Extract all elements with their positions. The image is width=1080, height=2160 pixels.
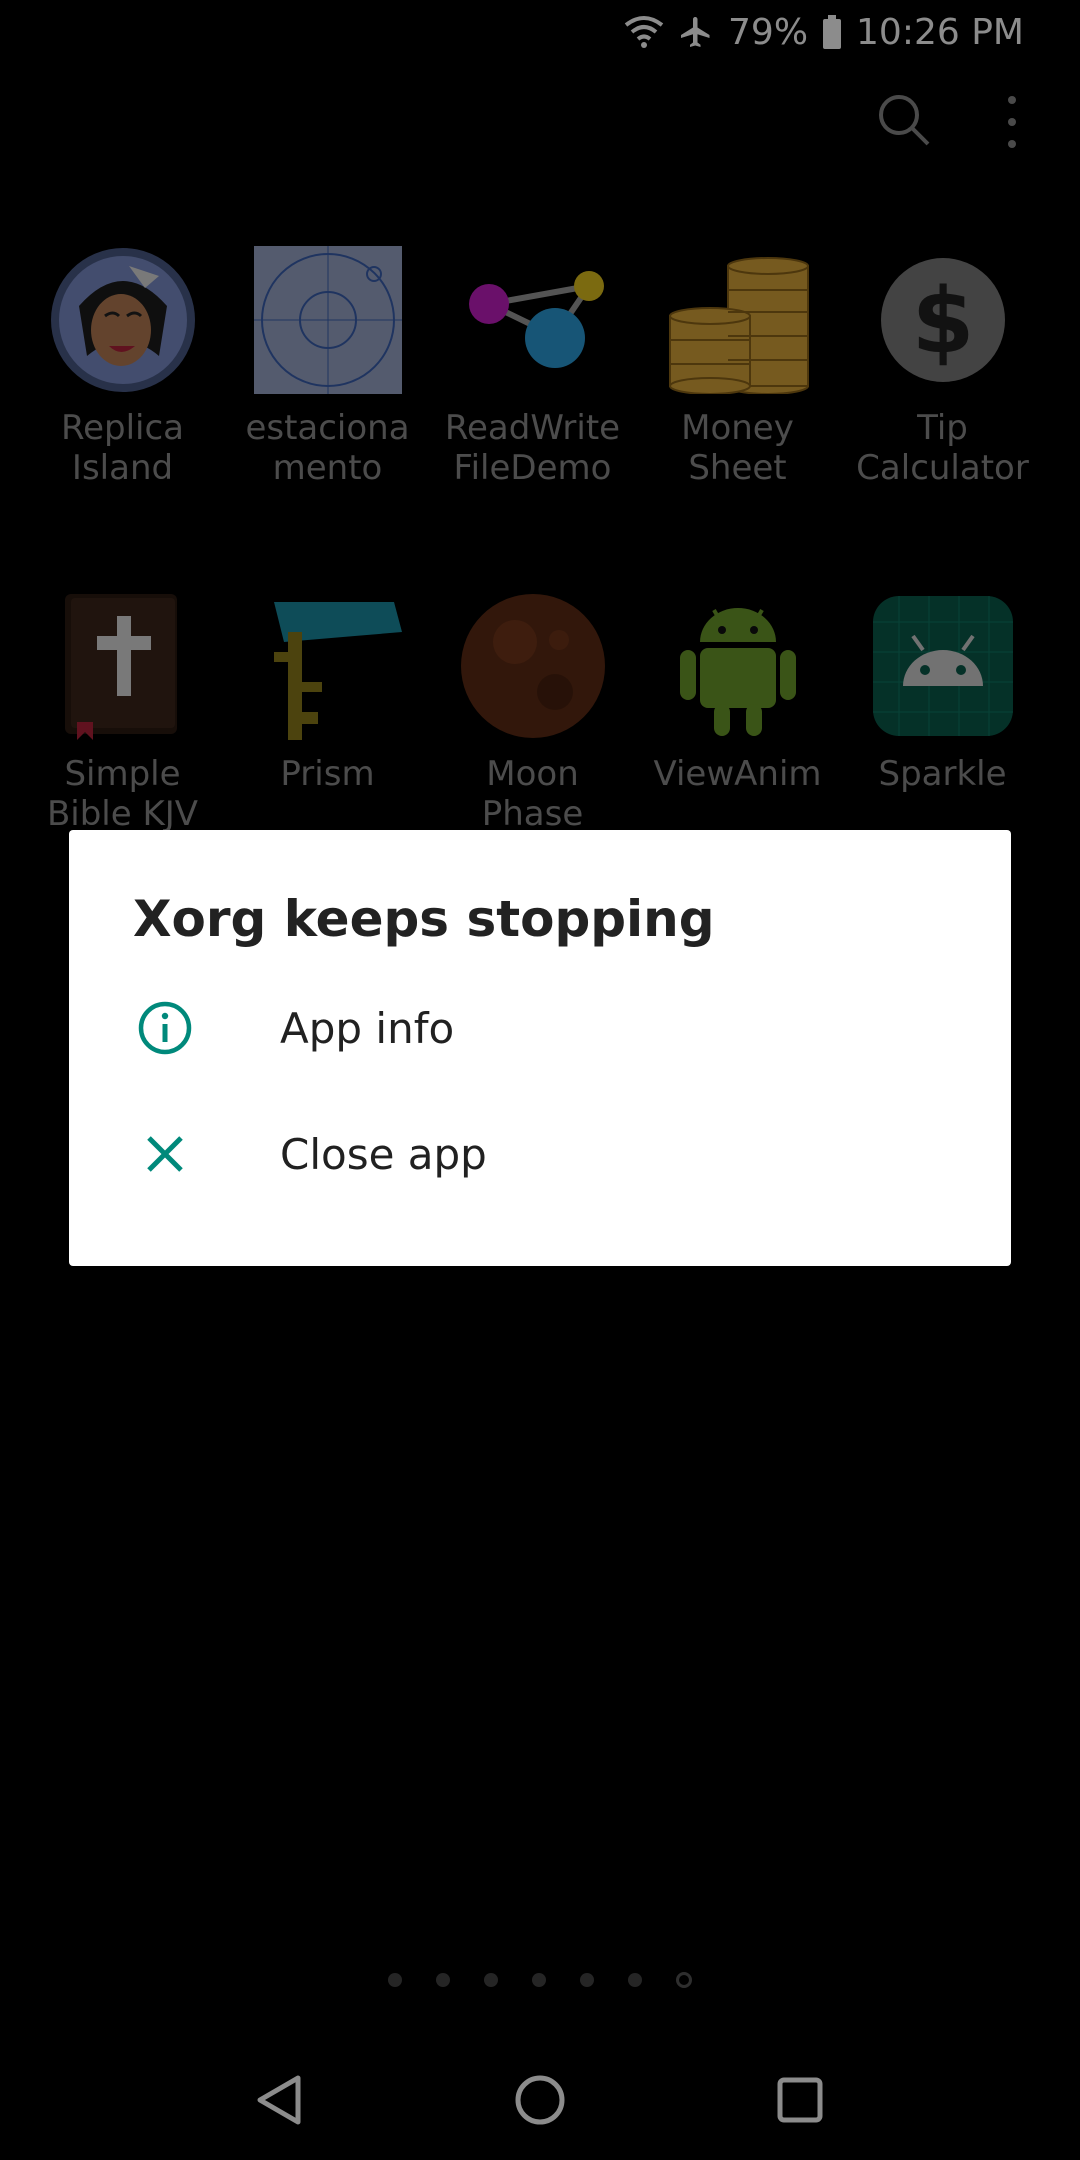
- app-label: Sparkle: [878, 754, 1007, 794]
- money-sheet-icon: [664, 246, 812, 394]
- navigation-bar: [0, 2040, 1080, 2160]
- more-options-icon[interactable]: [990, 92, 1034, 152]
- search-icon[interactable]: [876, 92, 932, 148]
- battery-percent: 79%: [728, 11, 809, 53]
- app-row: Replica Island estaciona mento ReadWrite…: [20, 246, 1060, 592]
- app-readwrite-filedemo[interactable]: ReadWrite FileDemo: [430, 246, 635, 592]
- readwrite-filedemo-icon: [459, 246, 607, 394]
- app-estacionamento[interactable]: estaciona mento: [225, 246, 430, 592]
- prism-icon: [254, 592, 402, 740]
- app-info-label: App info: [280, 1003, 455, 1053]
- dialog-title: Xorg keeps stopping: [133, 890, 715, 948]
- status-bar: 79% 10:26 PM: [0, 0, 1080, 64]
- estacionamento-icon: [253, 246, 402, 394]
- sparkle-icon: [869, 592, 1017, 740]
- close-icon: [135, 1124, 195, 1184]
- battery-icon: [822, 15, 842, 49]
- app-label: Prism: [280, 754, 375, 794]
- page-dot: [484, 1973, 498, 1987]
- replica-island-icon: [49, 246, 197, 394]
- app-label: Money Sheet: [681, 408, 794, 488]
- app-label: Simple Bible KJV: [46, 754, 199, 834]
- app-label: estaciona mento: [245, 408, 410, 488]
- app-label: Tip Calculator: [856, 408, 1029, 488]
- close-app-label: Close app: [280, 1129, 487, 1179]
- app-replica-island[interactable]: Replica Island: [20, 246, 225, 592]
- page-dot: [436, 1973, 450, 1987]
- app-money-sheet[interactable]: Money Sheet: [635, 246, 840, 592]
- page-indicator: [0, 1972, 1080, 1988]
- recents-icon[interactable]: [760, 2060, 840, 2140]
- info-icon: [135, 998, 195, 1058]
- app-label: ReadWrite FileDemo: [444, 408, 621, 488]
- simple-bible-icon: [49, 592, 197, 740]
- close-app-item[interactable]: Close app: [69, 1094, 1011, 1214]
- status-time: 10:26 PM: [856, 11, 1024, 53]
- airplane-mode-icon: [678, 14, 714, 50]
- page-dot: [388, 1973, 402, 1987]
- tip-calculator-icon: $: [869, 246, 1017, 394]
- wifi-icon: [624, 15, 664, 49]
- page-dot: [628, 1973, 642, 1987]
- app-tip-calculator[interactable]: $ Tip Calculator: [840, 246, 1045, 592]
- page-dot-current: [676, 1972, 692, 1988]
- app-info-item[interactable]: App info: [69, 968, 1011, 1088]
- page-dot: [580, 1973, 594, 1987]
- moon-phase-icon: [459, 592, 607, 740]
- svg-text:$: $: [911, 269, 974, 374]
- back-icon[interactable]: [240, 2060, 320, 2140]
- home-icon[interactable]: [500, 2060, 580, 2140]
- app-label: Moon Phase: [481, 754, 584, 834]
- viewanim-icon: [664, 592, 812, 740]
- app-label: Replica Island: [60, 408, 185, 488]
- page-dot: [532, 1973, 546, 1987]
- app-label: ViewAnim: [653, 754, 822, 794]
